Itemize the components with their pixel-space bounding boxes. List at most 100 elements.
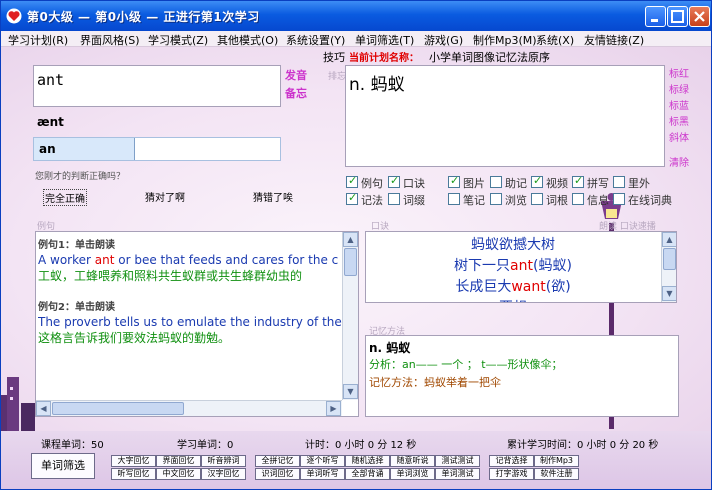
mode-button-20[interactable]: 软件注册 — [534, 468, 579, 480]
mode-button-11[interactable]: 听写回忆 — [111, 468, 156, 480]
checkbox-spelling[interactable] — [572, 174, 584, 188]
total-study-time: 累计学习时间：0 小时 0 分 20 秒 — [507, 440, 659, 451]
clear-link[interactable]: 清除 — [669, 154, 689, 169]
checkbox-video[interactable] — [531, 174, 543, 188]
spell-area: an — [33, 137, 281, 161]
mnemonic-panel[interactable]: 蚂蚁欲撼大树 树下一只ant(蚂蚁) 长成巨大want(欲) 要想 ▲ ▼ — [365, 231, 677, 303]
minimize-button[interactable] — [645, 6, 666, 27]
scroll-right-icon[interactable]: ▶ — [326, 401, 341, 416]
word-filter-button[interactable]: 单词筛选 — [31, 453, 95, 479]
example1-en[interactable]: A worker ant or bee that feeds and cares… — [38, 253, 342, 267]
checkbox-notes[interactable] — [448, 193, 460, 205]
skill-label[interactable]: 技巧 — [323, 49, 345, 65]
judge-guess-right-button[interactable]: 猜对了啊 — [145, 189, 185, 204]
menu-item-links[interactable]: 友情链接(Z) — [584, 32, 644, 48]
checkbox-example[interactable] — [346, 174, 358, 188]
mode-button-17[interactable]: 单词浏览 — [390, 468, 435, 480]
mnemonic-vscroll[interactable]: ▲ ▼ — [661, 232, 676, 302]
checkbox-example-label: 例句 — [361, 177, 383, 190]
maximize-button[interactable] — [667, 6, 688, 27]
checkbox-info[interactable] — [572, 193, 584, 205]
mode-button-6[interactable]: 随机选择 — [345, 455, 390, 467]
title-bar[interactable]: 第0大级 — 第0小级 — 正进行第1次学习 — [1, 1, 711, 31]
example1-en-post: or bee that feeds and cares for the c — [114, 253, 339, 267]
close-button[interactable] — [689, 6, 710, 27]
menu-item-mp3[interactable]: 制作Mp3(M) — [473, 32, 537, 48]
mark-red-link[interactable]: 标红 — [669, 65, 689, 80]
checkbox-method[interactable] — [346, 191, 358, 205]
mnemonic-line3: 长成巨大want(欲) — [366, 277, 660, 298]
checkbox-inout[interactable] — [613, 176, 625, 188]
examples-panel[interactable]: 例句1：单击朗读 A worker ant or bee that feeds … — [35, 231, 359, 417]
mode-button-1[interactable]: 大字回忆 — [111, 455, 156, 467]
example2-title[interactable]: 例句2：单击朗读 — [38, 298, 342, 313]
mnemonic-scroll-up-icon[interactable]: ▲ — [662, 232, 676, 247]
mark-blue-link[interactable]: 标蓝 — [669, 97, 689, 112]
mode-button-8[interactable]: 测试测试 — [435, 455, 480, 467]
mnemonic-vscroll-thumb[interactable] — [663, 248, 676, 270]
examples-vscroll-thumb[interactable] — [344, 248, 357, 276]
mnemonic-scroll-down-icon[interactable]: ▼ — [662, 286, 676, 301]
menu-item-plan[interactable]: 学习计划(R) — [8, 32, 68, 48]
menu-item-style[interactable]: 界面风格(S) — [80, 32, 140, 48]
scroll-left-icon[interactable]: ◀ — [36, 401, 51, 416]
checkbox-browse[interactable] — [490, 193, 502, 205]
checkbox-spelling-label: 拼写 — [587, 177, 609, 190]
mode-button-5[interactable]: 逐个听写 — [300, 455, 345, 467]
examples-vscroll[interactable]: ▲ ▼ — [342, 232, 358, 400]
menu-item-mode[interactable]: 学习模式(Z) — [148, 32, 208, 48]
checkbox-method-label: 记法 — [361, 194, 383, 207]
mode-button-9[interactable]: 记背选择 — [489, 455, 534, 467]
menu-item-filter[interactable]: 单词筛选(T) — [355, 32, 414, 48]
examples-hscroll[interactable]: ◀ ▶ — [36, 400, 342, 416]
mode-button-7[interactable]: 随意听说 — [390, 455, 435, 467]
mode-button-13[interactable]: 汉字回忆 — [201, 468, 246, 480]
example2-en[interactable]: The proverb tells us to emulate the indu… — [38, 315, 342, 329]
checkbox-affix-label: 词缀 — [403, 194, 425, 207]
mode-button-14[interactable]: 识词回忆 — [255, 468, 300, 480]
mode-button-12[interactable]: 中文回忆 — [156, 468, 201, 480]
examples-hscroll-thumb[interactable] — [52, 402, 184, 415]
example1-en-pre: A worker — [38, 253, 95, 267]
checkbox-picture[interactable] — [448, 174, 460, 188]
mark-green-link[interactable]: 标绿 — [669, 81, 689, 96]
italic-link[interactable]: 斜体 — [669, 129, 689, 144]
menu-item-system[interactable]: 系统(X) — [536, 32, 574, 48]
mnemonic-line3-pre: 长成巨大 — [455, 279, 512, 295]
mode-button-19[interactable]: 打字游戏 — [489, 468, 534, 480]
mode-button-18[interactable]: 单词测试 — [435, 468, 480, 480]
example1-title[interactable]: 例句1：单击朗读 — [38, 236, 342, 251]
judge-correct-button[interactable]: 完全正确 — [43, 189, 87, 206]
checkbox-online-dict-label: 在线词典 — [628, 194, 672, 207]
spell-input[interactable] — [134, 138, 280, 160]
judge-guess-wrong-button[interactable]: 猜错了唉 — [253, 189, 293, 204]
checkbox-browse-label: 浏览 — [505, 194, 527, 207]
menu-bar: 学习计划(R) 界面风格(S) 学习模式(Z) 其他模式(O) 系统设置(Y) … — [1, 31, 711, 47]
memo-link[interactable]: 备忘 — [285, 85, 307, 101]
mnemonic-line2: 树下一只ant(蚂蚁) — [366, 256, 660, 277]
example1-en-highlight: ant — [94, 253, 115, 267]
menu-item-settings[interactable]: 系统设置(Y) — [286, 32, 345, 48]
menu-item-other-mode[interactable]: 其他模式(O) — [217, 32, 278, 48]
learned-words: 学习单词：0 — [177, 440, 234, 451]
mnemonic-line2-pre: 树下一只 — [454, 258, 511, 274]
checkbox-affix[interactable] — [388, 193, 400, 205]
mode-button-2[interactable]: 界面回忆 — [156, 455, 201, 467]
sep-link[interactable]: 排忘 — [328, 69, 346, 82]
scroll-down-icon[interactable]: ▼ — [343, 384, 358, 399]
checkbox-online-dict[interactable] — [613, 193, 625, 205]
mode-button-16[interactable]: 全部背诵 — [345, 468, 390, 480]
mnemonic-line1: 蚂蚁欲撼大树 — [471, 237, 555, 253]
pronounce-link[interactable]: 发音 — [285, 67, 307, 83]
mark-black-link[interactable]: 标黑 — [669, 113, 689, 128]
checkbox-mnemonic[interactable] — [388, 174, 400, 188]
mode-button-3[interactable]: 听音辨词 — [201, 455, 246, 467]
menu-item-games[interactable]: 游戏(G) — [424, 32, 463, 48]
checkbox-aid[interactable] — [490, 176, 502, 188]
scroll-up-icon[interactable]: ▲ — [343, 232, 358, 247]
mode-button-4[interactable]: 全拼记忆 — [255, 455, 300, 467]
checkbox-notes-label: 笔记 — [463, 194, 485, 207]
mode-button-15[interactable]: 单词听写 — [300, 468, 345, 480]
mode-button-10[interactable]: 制作Mp3 — [534, 455, 579, 467]
checkbox-root[interactable] — [531, 193, 543, 205]
